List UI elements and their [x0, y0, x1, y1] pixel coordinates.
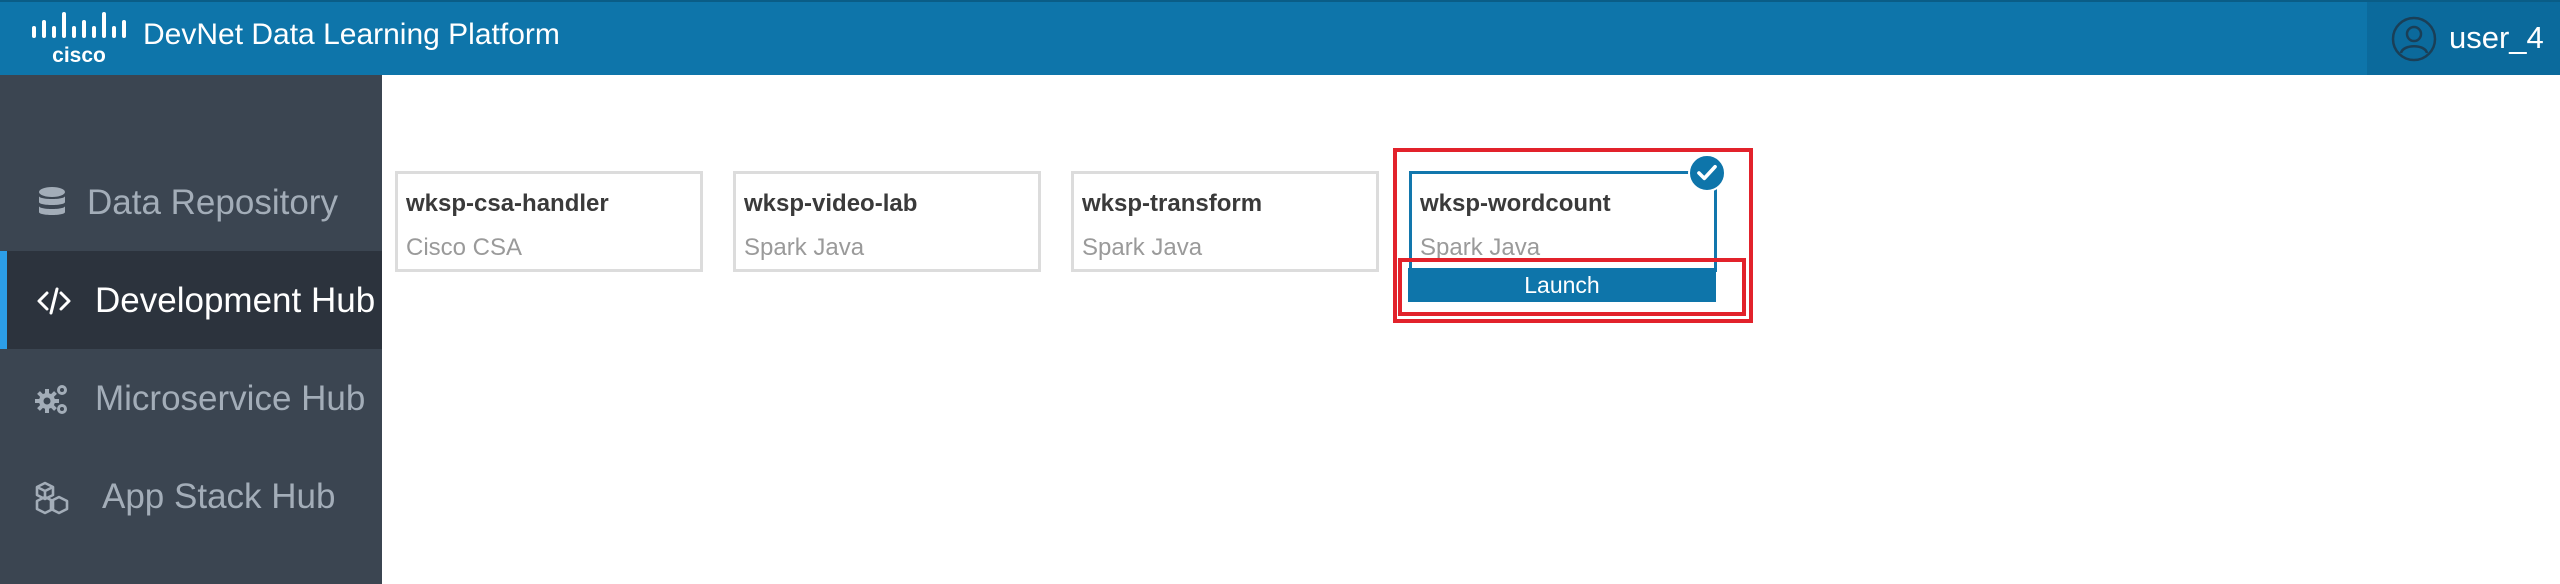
- workspace-type: Cisco CSA: [406, 234, 523, 261]
- username: user_4: [2449, 20, 2544, 55]
- workspace-card-wksp-csa-handler[interactable]: wksp-csa-handler Cisco CSA: [395, 171, 703, 272]
- workspace-name: wksp-csa-handler: [406, 190, 609, 217]
- workspace-name: wksp-transform: [1082, 190, 1263, 217]
- cubes-icon: [35, 481, 69, 515]
- sidebar-item-label: App Stack Hub: [102, 477, 336, 516]
- top-bar: cisco DevNet Data Learning Platform user…: [0, 0, 2560, 75]
- workspace-type: Spark Java: [744, 234, 865, 261]
- workspace-type: Spark Java: [1420, 234, 1541, 261]
- workspace-card-wksp-wordcount[interactable]: wksp-wordcount Spark Java: [1409, 171, 1717, 272]
- sidebar-item-label: Development Hub: [95, 281, 376, 320]
- cisco-logo: cisco: [32, 12, 126, 66]
- sidebar: Data Repository Development Hub Microser…: [0, 75, 382, 584]
- database-icon: [39, 187, 65, 215]
- app-title: DevNet Data Learning Platform: [143, 18, 560, 51]
- sidebar-item-data-repository[interactable]: Data Repository: [0, 153, 382, 251]
- launch-button[interactable]: Launch: [1408, 268, 1716, 302]
- sidebar-item-development-hub[interactable]: Development Hub: [0, 251, 382, 349]
- gears-icon: [35, 385, 67, 414]
- workspace-type: Spark Java: [1082, 234, 1203, 261]
- brand-wordmark: cisco: [52, 44, 106, 66]
- user-avatar-icon: [2391, 16, 2437, 62]
- user-menu[interactable]: user_4: [2367, 2, 2560, 75]
- active-indicator: [0, 251, 7, 349]
- sidebar-item-label: Microservice Hub: [95, 379, 366, 418]
- sidebar-item-label: Data Repository: [87, 183, 338, 222]
- workspace-card-wksp-transform[interactable]: wksp-transform Spark Java: [1071, 171, 1379, 272]
- workspace-card-wksp-video-lab[interactable]: wksp-video-lab Spark Java: [733, 171, 1041, 272]
- selected-check-icon: [1688, 154, 1726, 192]
- sidebar-item-app-stack-hub[interactable]: App Stack Hub: [0, 447, 382, 545]
- sidebar-item-microservice-hub[interactable]: Microservice Hub: [0, 349, 382, 447]
- code-icon: [37, 287, 71, 315]
- workspace-name: wksp-wordcount: [1420, 190, 1611, 217]
- workspace-name: wksp-video-lab: [744, 190, 918, 217]
